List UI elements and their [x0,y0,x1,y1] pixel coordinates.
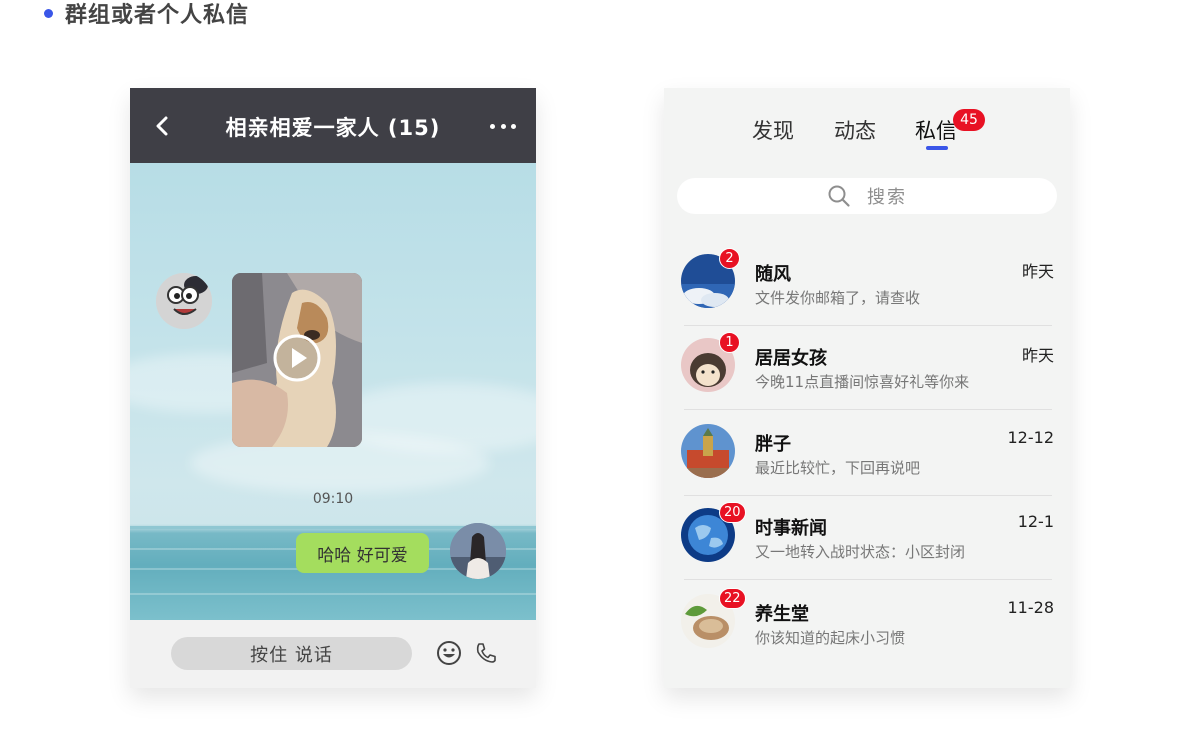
search-placeholder: 搜索 [867,187,907,208]
bullet-dot [44,8,53,18]
unread-badge: 1 [719,332,740,353]
message-time: 昨天 [1021,346,1054,365]
contact-name: 胖子 [755,434,791,455]
chat-input-bar: 按住 说话 [130,620,536,688]
message-time: 11-28 [1007,598,1055,617]
tab-activity[interactable]: 动态 [834,115,876,145]
divider [684,579,1052,580]
girl-photo [450,523,506,579]
contact-name: 随风 [755,264,791,285]
panda-avatar[interactable] [156,273,212,329]
play-icon[interactable] [273,334,321,382]
divider [684,409,1052,410]
message-preview: 又一地转入战时状态：小区封闭 [755,543,966,561]
contact-name: 时事新闻 [755,518,827,539]
phone-icon[interactable] [474,641,498,665]
conversation-item[interactable]: 1 居居女孩 今晚11点直播间惊喜好礼等你来 昨天 [664,326,1070,410]
group-chat-screen: 相亲相爱一家人 (15) 09:10 哈哈 好可爱 按住 说话 [130,88,536,688]
message-preview: 今晚11点直播间惊喜好礼等你来 [755,373,970,391]
wave-line [130,593,536,595]
chat-header: 相亲相爱一家人 (15) [130,88,536,163]
emoji-icon[interactable] [436,640,462,666]
girl-avatar[interactable] [450,523,506,579]
message-preview: 最近比较忙，下回再说吧 [755,459,921,477]
video-message[interactable] [232,273,362,447]
section-heading: 群组或者个人私信 [44,0,250,28]
messages-screen: 发现 动态 私信 45 搜索 2 随风 文件发你邮箱了，请查收 昨天 1 居居女… [664,88,1070,688]
castle-avatar [681,424,735,478]
message-time: 12-1 [1017,512,1054,531]
conversation-item[interactable]: 2 随风 文件发你邮箱了，请查收 昨天 [664,242,1070,326]
tab-discover[interactable]: 发现 [752,115,794,145]
more-options-icon[interactable] [490,124,516,130]
unread-count-badge: 45 [953,109,985,131]
chat-title: 相亲相爱一家人 (15) [225,116,441,140]
panda-icon [156,273,212,329]
active-tab-indicator [926,146,948,150]
contact-name: 居居女孩 [755,348,827,369]
conversation-item[interactable]: 22 养生堂 你该知道的起床小习惯 11-28 [664,582,1070,662]
conversation-item[interactable]: 20 时事新闻 又一地转入战时状态：小区封闭 12-1 [664,496,1070,580]
chat-body[interactable]: 09:10 哈哈 好可爱 [130,163,536,620]
conversation-item[interactable]: 胖子 最近比较忙，下回再说吧 12-12 [664,412,1070,496]
section-title: 群组或者个人私信 [65,3,250,28]
message-time: 昨天 [1021,262,1054,281]
message-preview: 文件发你邮箱了，请查收 [755,289,921,307]
my-message-bubble[interactable]: 哈哈 好可爱 [296,533,429,573]
message-timestamp: 09:10 [312,491,354,507]
hold-to-talk-button[interactable]: 按住 说话 [171,637,412,670]
message-time: 12-12 [1007,428,1055,447]
top-tabs: 发现 动态 私信 [664,115,1070,155]
unread-badge: 20 [719,502,746,523]
tab-private-messages[interactable]: 私信 [915,115,957,145]
contact-name: 养生堂 [755,604,809,625]
search-input[interactable]: 搜索 [677,178,1057,214]
message-preview: 你该知道的起床小习惯 [755,629,906,647]
unread-badge: 22 [719,588,746,609]
unread-badge: 2 [719,248,740,269]
search-icon [828,185,850,207]
